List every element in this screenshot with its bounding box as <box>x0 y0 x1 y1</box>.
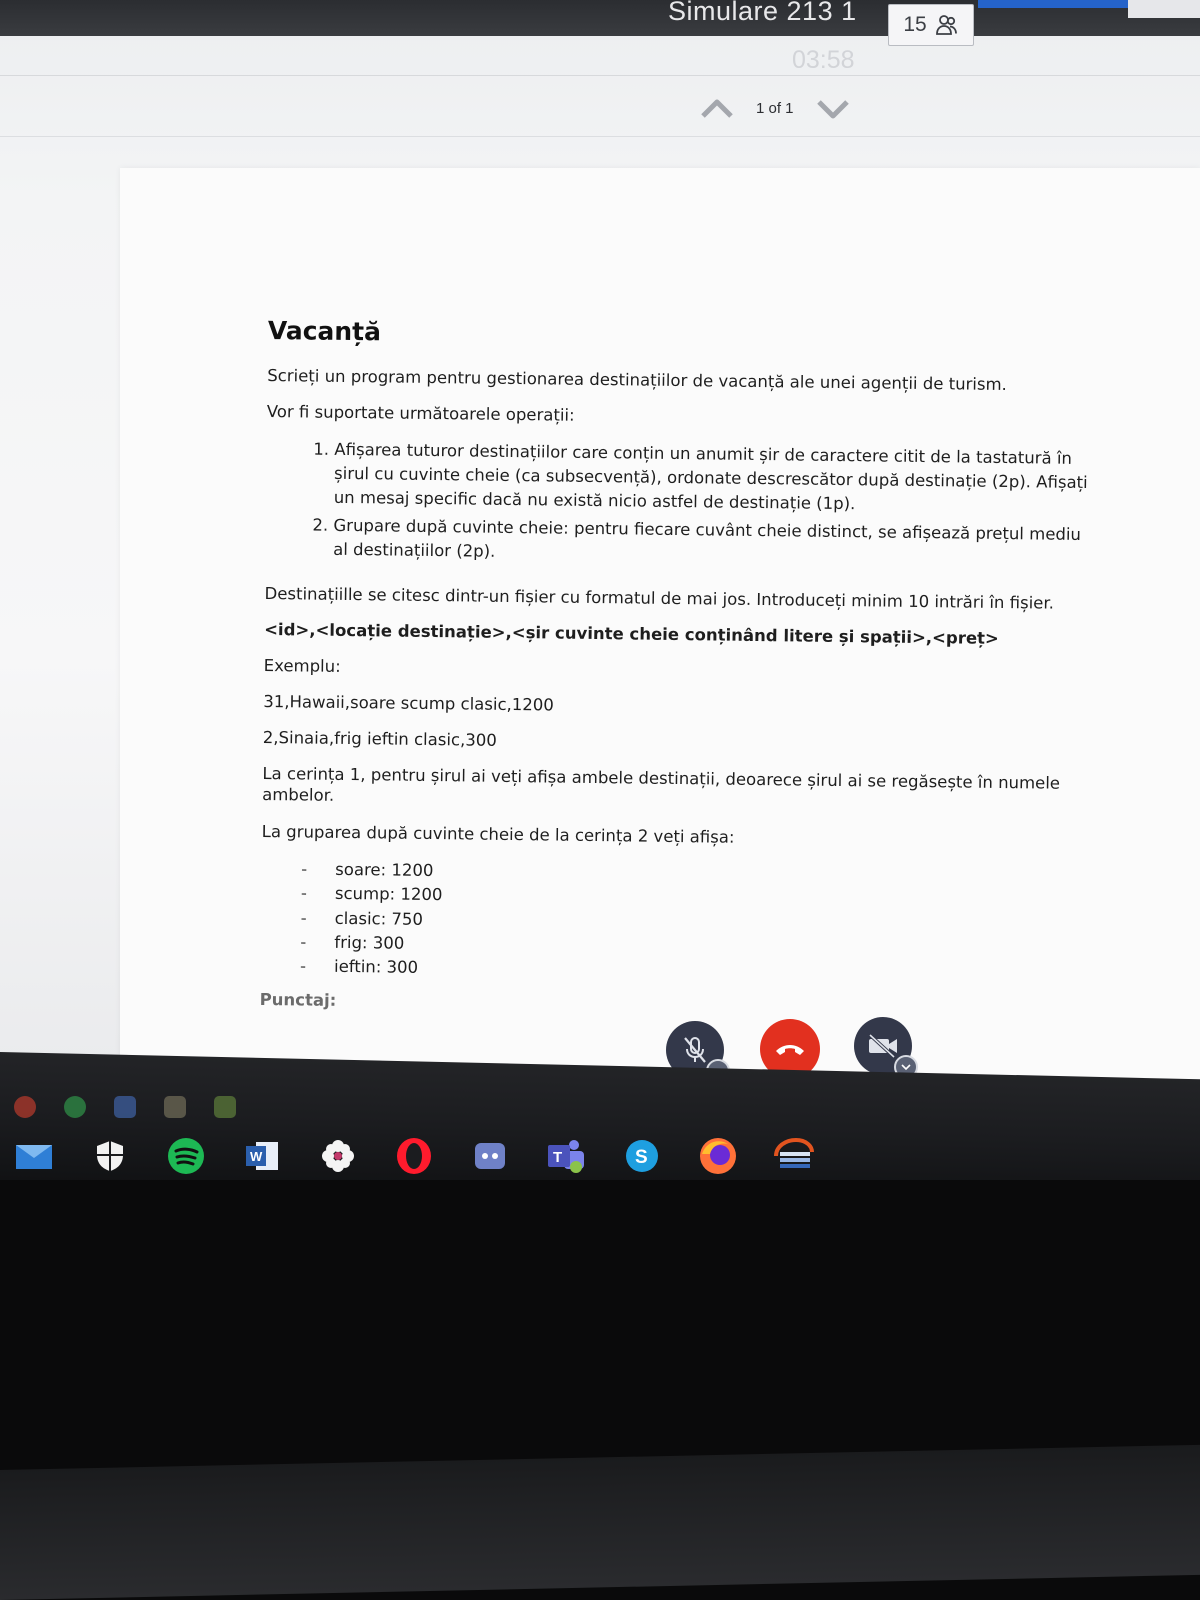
operations-list: Afișarea tuturor destinațiilor care conț… <box>299 438 1096 571</box>
divider <box>0 75 1200 76</box>
operation-item: Grupare după cuvinte cheie: pentru fieca… <box>333 514 1096 571</box>
divider <box>0 136 1200 137</box>
meeting-title: Simulare 213 1 <box>668 0 857 26</box>
discord-icon[interactable] <box>470 1136 510 1176</box>
notepad-icon[interactable] <box>214 1096 236 1118</box>
camera-off-icon <box>868 1033 897 1059</box>
requirement-1-note: La cerința 1, pentru șirul ai veți afișa… <box>262 764 1061 806</box>
participants-count: 15 <box>903 13 927 36</box>
keyboard-edge <box>0 1444 1200 1600</box>
svg-text:S: S <box>635 1147 648 1168</box>
people-icon <box>935 15 957 35</box>
file-note: Destinațiille se citesc dintr-un fișier … <box>264 583 1055 613</box>
operation-item: Afișarea tuturor destinațiilor care conț… <box>334 438 1097 519</box>
shield-icon[interactable] <box>90 1136 130 1176</box>
example-line: 31,Hawaii,soare scump clasic,1200 <box>263 692 554 715</box>
footer-label: Punctaj: <box>259 989 337 1010</box>
word-icon[interactable]: W <box>242 1136 282 1176</box>
svg-text:T: T <box>553 1149 562 1166</box>
chevron-up-icon[interactable] <box>700 96 734 120</box>
spotify-icon[interactable] <box>166 1136 206 1176</box>
archive-icon[interactable] <box>164 1096 186 1118</box>
header-panel <box>1128 0 1200 18</box>
system-tray <box>14 1096 236 1118</box>
app-window: Simulare 213 1 15 03:58 1 of 1 Vacanță S… <box>0 0 1200 1100</box>
grouping-list: soare: 1200 scump: 1200 clasic: 750 frig… <box>300 857 1091 989</box>
example-label: Exemplu: <box>263 656 341 676</box>
page-indicator: 1 of 1 <box>756 99 794 117</box>
camera-button[interactable] <box>854 1017 918 1079</box>
firefox-icon[interactable] <box>688 1136 748 1188</box>
document-content: Vacanță Scrieți un program pentru gestio… <box>259 316 1098 1035</box>
hang-up-icon <box>776 1045 804 1055</box>
intro-paragraph: Scrieți un program pentru gestionarea de… <box>267 365 1007 395</box>
mic-off-icon <box>684 1037 706 1063</box>
record-icon[interactable] <box>14 1096 36 1118</box>
participants-button[interactable]: 15 <box>888 4 974 46</box>
svg-text:W: W <box>250 1149 263 1164</box>
example-line: 2,Sinaia,frig ieftin clasic,300 <box>262 728 497 751</box>
teams-icon[interactable]: T <box>536 1136 596 1188</box>
format-line: <id>,<locație destinație>,<șir cuvinte c… <box>264 619 999 648</box>
chevron-down-icon[interactable] <box>816 96 850 120</box>
meeting-timer: 03:58 <box>792 46 855 74</box>
requirement-2-note: La gruparea după cuvinte cheie de la cer… <box>261 821 735 847</box>
flower-icon[interactable] <box>318 1136 358 1176</box>
opera-icon[interactable] <box>394 1136 434 1176</box>
people-icon[interactable] <box>114 1096 136 1118</box>
codeblocks-icon[interactable] <box>764 1136 824 1188</box>
skype-icon[interactable]: S <box>622 1136 662 1176</box>
page-navigation: 1 of 1 <box>700 96 850 120</box>
green-dot-icon[interactable] <box>64 1096 86 1118</box>
accent-bar <box>978 0 1128 8</box>
operations-intro: Vor fi suportate următoarele operații: <box>266 402 575 425</box>
taskbar-apps: W T S <box>14 1136 824 1188</box>
mail-icon[interactable] <box>14 1136 54 1176</box>
